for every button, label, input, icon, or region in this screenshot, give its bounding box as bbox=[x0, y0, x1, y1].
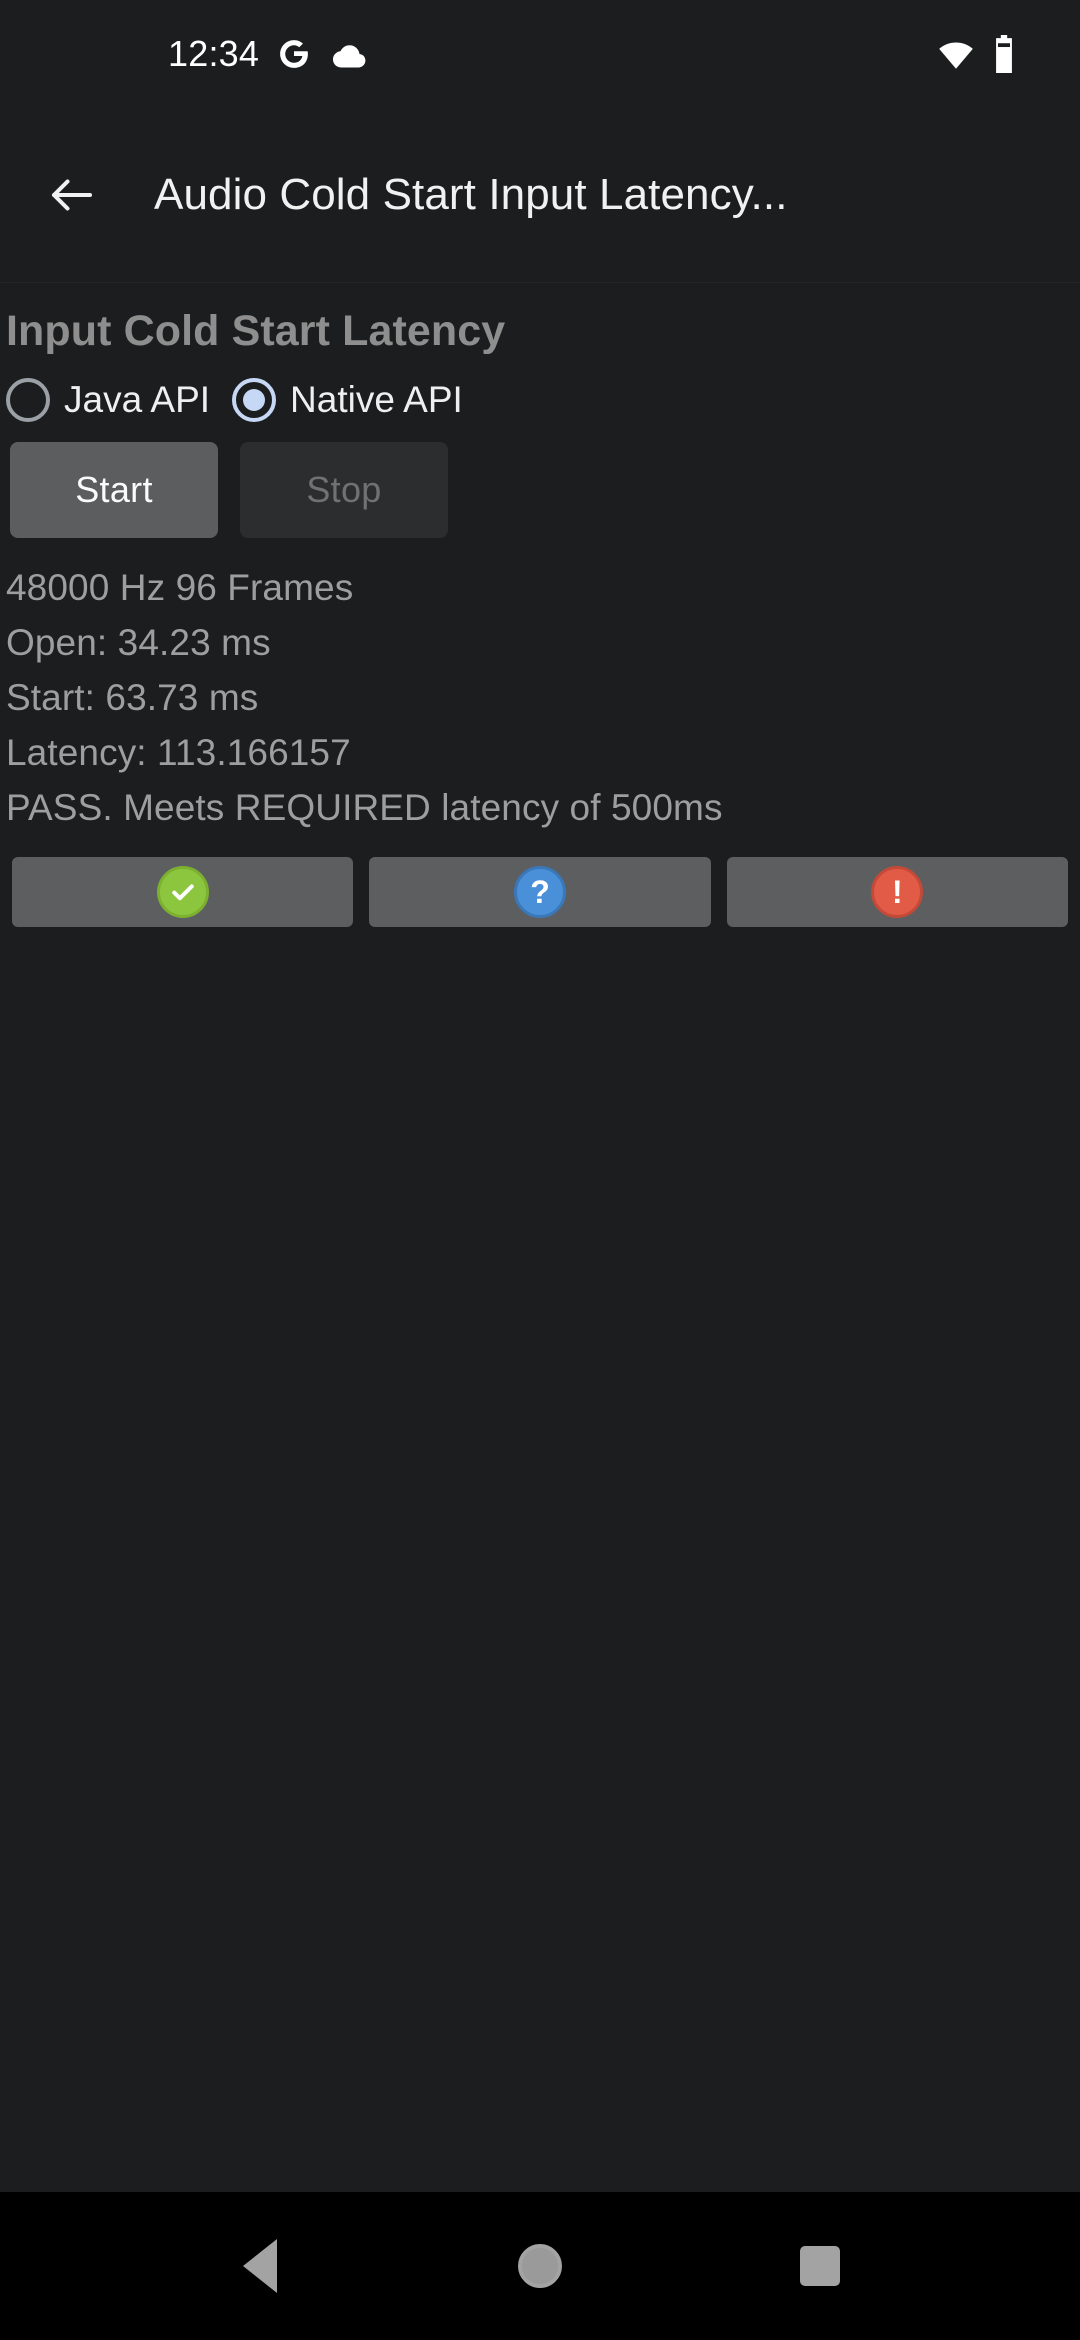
status-bar-clock: 12:34 bbox=[168, 33, 260, 74]
result-line-verdict: PASS. Meets REQUIRED latency of 500ms bbox=[6, 787, 723, 828]
section-heading: Input Cold Start Latency bbox=[6, 307, 506, 355]
page-title: Audio Cold Start Input Latency... bbox=[154, 170, 788, 219]
radio-checked-icon[interactable] bbox=[232, 378, 277, 422]
nav-recents-button[interactable] bbox=[760, 2206, 880, 2326]
pass-button[interactable] bbox=[12, 857, 354, 927]
check-circle-icon bbox=[156, 866, 209, 918]
status-bar: 12:34 bbox=[0, 0, 1080, 108]
radio-option-native-api[interactable]: Native API bbox=[232, 378, 463, 422]
result-line-format: 48000 Hz 96 Frames bbox=[6, 567, 354, 608]
fail-button[interactable]: ! bbox=[726, 857, 1068, 927]
main-content: Input Cold Start Latency Java API Native… bbox=[0, 283, 1080, 2192]
circle-home-icon bbox=[518, 2244, 562, 2288]
battery-icon bbox=[992, 35, 1016, 73]
status-bar-right bbox=[936, 35, 1032, 73]
exclamation-circle-icon: ! bbox=[871, 866, 924, 918]
app-bar: Audio Cold Start Input Latency... bbox=[0, 108, 1080, 283]
verdict-button-row: ? ! bbox=[0, 835, 1080, 927]
result-text-block: 48000 Hz 96 Frames Open: 34.23 ms Start:… bbox=[0, 538, 1080, 835]
square-recents-icon bbox=[800, 2246, 840, 2286]
question-circle-icon: ? bbox=[513, 866, 566, 918]
start-button[interactable]: Start bbox=[10, 442, 218, 538]
result-line-start: Start: 63.73 ms bbox=[6, 677, 259, 718]
radio-label-native-api: Native API bbox=[290, 379, 463, 420]
result-line-open: Open: 34.23 ms bbox=[6, 622, 271, 663]
radio-label-java-api: Java API bbox=[64, 379, 211, 420]
nav-back-button[interactable] bbox=[200, 2206, 320, 2326]
phone-screen: 12:34 Audio Cold Start Input Latency... … bbox=[0, 0, 1080, 2340]
nav-home-button[interactable] bbox=[480, 2206, 600, 2326]
stop-button: Stop bbox=[240, 442, 448, 538]
api-radio-group: Java API Native API bbox=[0, 356, 1080, 422]
test-control-buttons: Start Stop bbox=[0, 422, 1080, 538]
radio-option-java-api[interactable]: Java API bbox=[6, 378, 210, 422]
wifi-icon bbox=[936, 38, 976, 70]
triangle-back-icon bbox=[243, 2239, 277, 2293]
android-navigation-bar bbox=[0, 2192, 1080, 2340]
radio-unchecked-icon[interactable] bbox=[6, 378, 50, 422]
status-bar-left: 12:34 bbox=[0, 36, 367, 72]
info-button[interactable]: ? bbox=[369, 857, 711, 927]
cloud-icon bbox=[329, 39, 367, 69]
back-arrow-icon[interactable] bbox=[36, 159, 108, 231]
result-line-latency: Latency: 113.166157 bbox=[6, 732, 351, 773]
google-g-icon bbox=[277, 37, 311, 71]
